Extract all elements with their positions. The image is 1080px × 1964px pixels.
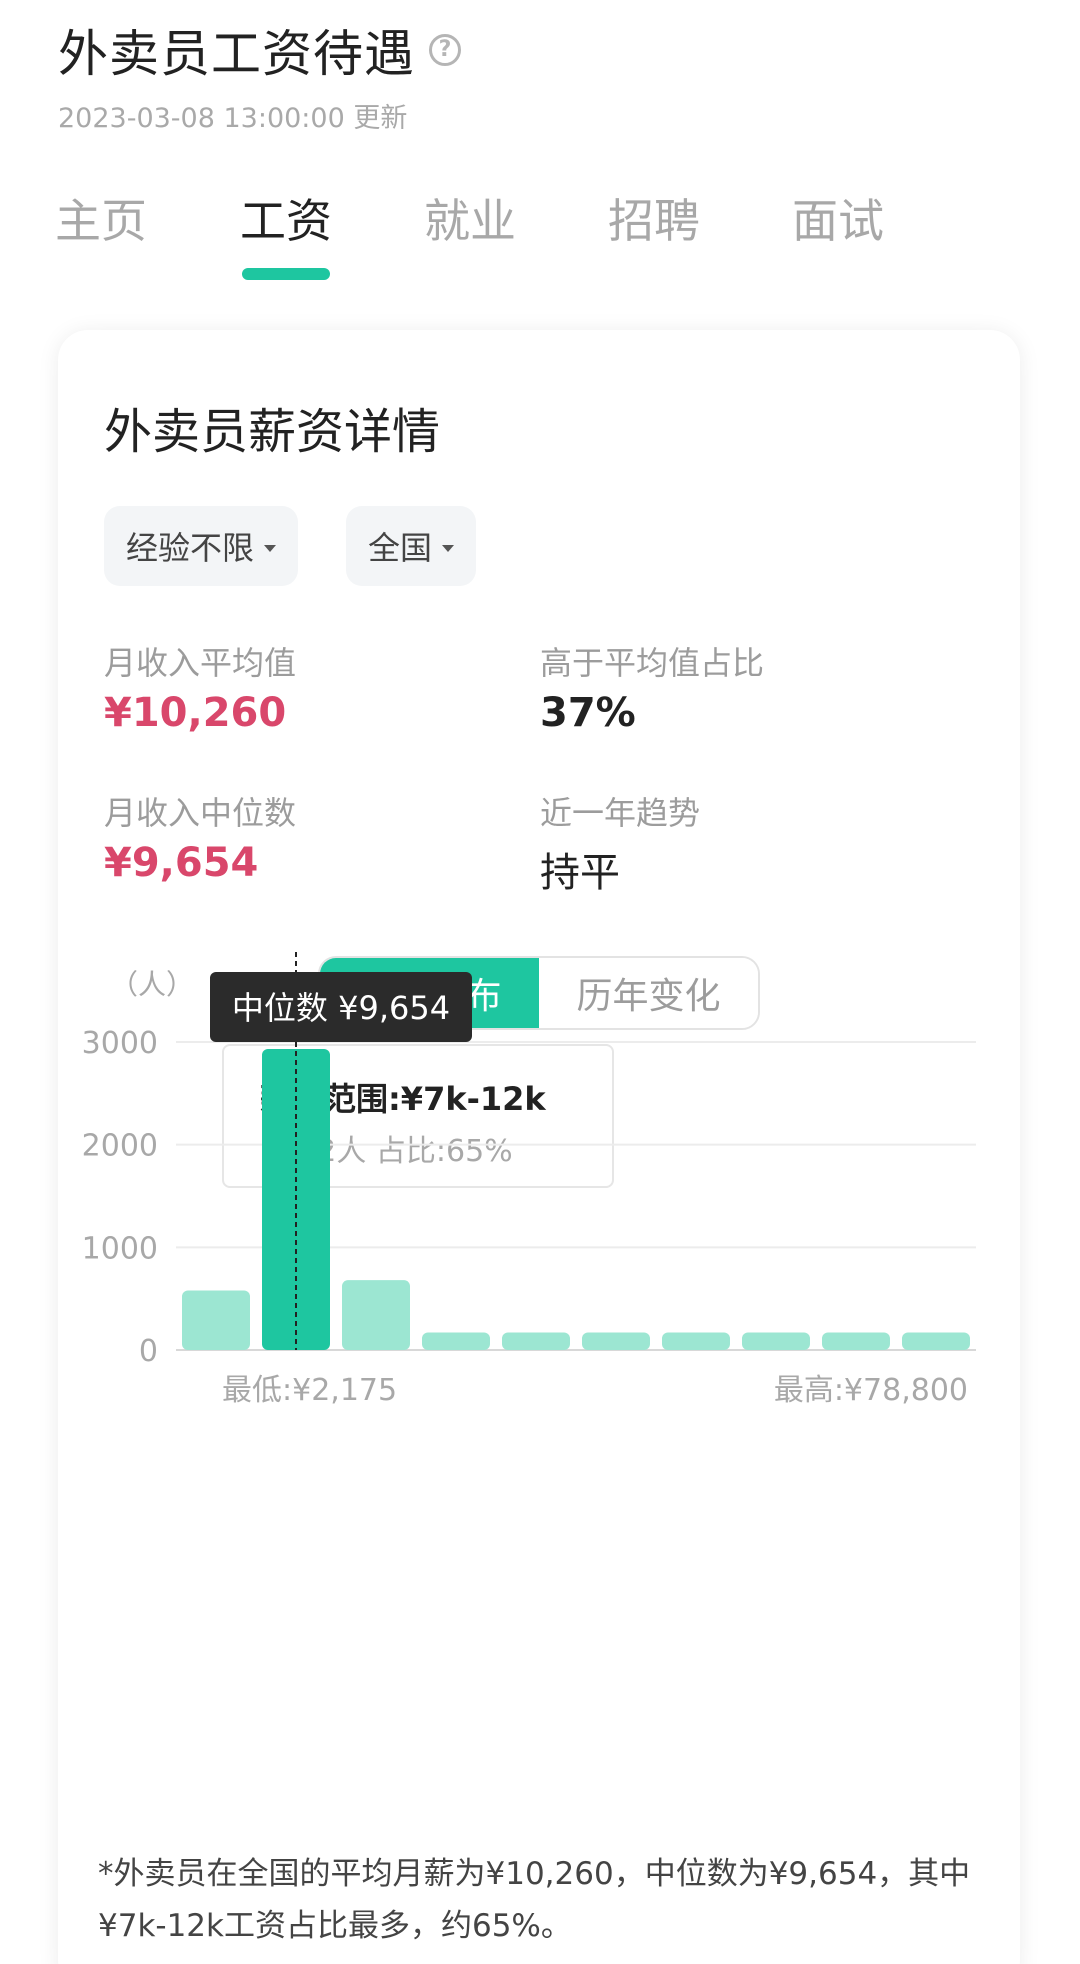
chart-bar (742, 1332, 810, 1350)
min-salary-label: 最低:¥2,175 (222, 1373, 397, 1408)
chart-bar (502, 1332, 570, 1350)
tab-salary-label: 工资 (240, 194, 332, 248)
tab-interview[interactable]: 面试 (773, 185, 903, 251)
page-title: 外卖员工资待遇 (58, 25, 415, 83)
y-axis-unit-label: （人） (110, 968, 194, 1001)
median-marker-label: 中位数 ¥9,654 (232, 989, 450, 1027)
salary-detail-card: 外卖员薪资详情 经验不限 全国 月收入平均值 ¥10,260 高于平均值占比 3… (58, 330, 1020, 1964)
chart-bar (822, 1332, 890, 1350)
y-tick-label: 2000 (82, 1129, 158, 1164)
question-circle-icon[interactable]: ? (429, 34, 461, 66)
chart-bar (582, 1332, 650, 1350)
chart-bar (182, 1290, 250, 1350)
salary-page: 外卖员工资待遇 ? 2023-03-08 13:00:00 更新 主页 工资 就… (0, 0, 1080, 1964)
tab-bar: 主页 工资 就业 招聘 面试 (0, 185, 1080, 285)
y-tick-label: 0 (139, 1334, 158, 1369)
tab-recruit[interactable]: 招聘 (589, 185, 719, 251)
chart-bar (422, 1332, 490, 1350)
updated-time: 2023-03-08 13:00:00 更新 (58, 103, 408, 134)
chart-bar (902, 1332, 970, 1350)
footnote: *外卖员在全国的平均月薪为¥10,260，中位数为¥9,654，其中¥7k-12… (98, 1856, 971, 1944)
y-tick-label: 1000 (82, 1231, 158, 1266)
tab-home[interactable]: 主页 (36, 185, 166, 251)
chart-bar (342, 1280, 410, 1350)
chart-bar (662, 1332, 730, 1350)
salary-distribution-chart[interactable]: 中位数 ¥9,654 （人） 3000 2000 1000 0 最低:¥2,175 最高:¥… (58, 330, 1020, 1790)
tab-active-indicator (242, 268, 330, 280)
tab-employment[interactable]: 就业 (405, 185, 535, 251)
tab-salary[interactable]: 工资 (221, 185, 351, 280)
y-tick-label: 3000 (82, 1026, 158, 1061)
title-row: 外卖员工资待遇 ? (58, 14, 461, 86)
max-salary-label: 最高:¥78,800 (774, 1373, 968, 1408)
